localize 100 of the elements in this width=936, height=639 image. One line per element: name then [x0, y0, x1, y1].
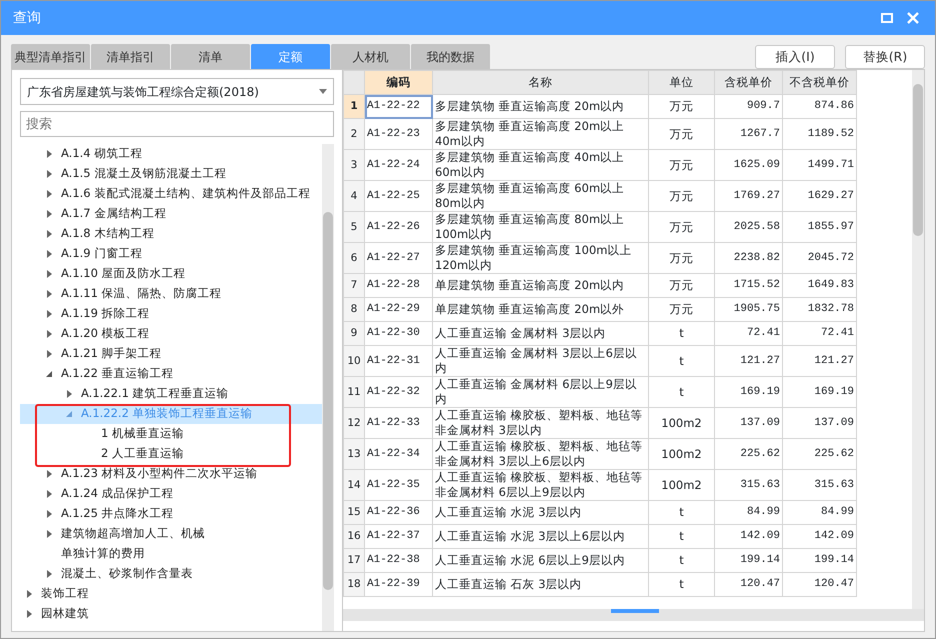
tree-item-label[interactable]: A.1.22 垂直运输工程 — [61, 365, 174, 383]
expand-arrow-icon[interactable] — [46, 330, 53, 338]
expand-arrow-icon[interactable] — [46, 190, 53, 198]
tree-item-label[interactable]: 建筑物超高增加人工、机械 — [61, 525, 205, 543]
table-cell: 多层建筑物 垂直运输高度 60m以上80m以内 — [432, 180, 648, 212]
table-cell: 225.62 — [782, 438, 856, 470]
row-number[interactable]: 11 — [344, 376, 364, 408]
row-number[interactable]: 14 — [344, 470, 364, 500]
tree-item-label[interactable]: A.1.20 模板工程 — [61, 325, 150, 343]
table-cell: 199.14 — [782, 548, 856, 572]
table-cell: 人工垂直运输 水泥 3层以上6层以内 — [432, 524, 648, 548]
expand-arrow-icon[interactable] — [46, 310, 53, 318]
row-number[interactable]: 8 — [344, 298, 364, 322]
scrollbar-thumb[interactable] — [323, 212, 333, 590]
search-field[interactable]: 搜索 — [20, 111, 334, 137]
table-scrollbar[interactable] — [912, 70, 924, 609]
expand-arrow-icon[interactable] — [46, 270, 53, 278]
row-number[interactable]: 9 — [344, 322, 364, 346]
expand-arrow-icon[interactable] — [46, 290, 53, 298]
collapse-arrow-icon[interactable] — [46, 370, 53, 378]
expand-arrow-icon[interactable] — [46, 170, 53, 178]
action-button[interactable]: 插入(I) — [755, 45, 835, 69]
table-cell: A1-22-38 — [364, 548, 432, 572]
expand-arrow-icon[interactable] — [46, 570, 53, 578]
tree-item-label[interactable]: A.1.21 脚手架工程 — [61, 345, 162, 363]
tree-scrollbar[interactable] — [322, 144, 334, 631]
row-number[interactable]: 3 — [344, 150, 364, 180]
row-number[interactable]: 18 — [344, 572, 364, 596]
tab[interactable]: 典型清单指引 — [11, 44, 90, 69]
expand-arrow-icon[interactable] — [46, 470, 53, 478]
scrollbar-thumb[interactable] — [913, 84, 923, 236]
expand-arrow-icon[interactable] — [46, 210, 53, 218]
expand-arrow-icon[interactable] — [46, 150, 53, 158]
tree-item-label[interactable]: 单独计算的费用 — [61, 545, 145, 563]
library-dropdown[interactable]: 广东省房屋建筑与装饰工程综合定额(2018) — [20, 78, 334, 105]
table-cell: 1499.71 — [782, 150, 856, 180]
table-cell: 万元 — [648, 274, 714, 298]
tree-item-label[interactable]: A.1.22.1 建筑工程垂直运输 — [81, 385, 229, 403]
tree-item-label[interactable]: A.1.11 保温、隔热、防腐工程 — [61, 285, 222, 303]
column-header[interactable]: 不含税单价 — [782, 70, 856, 94]
table-cell: 多层建筑物 垂直运输高度 80m以上100m以内 — [432, 212, 648, 242]
column-header[interactable]: 单位 — [648, 70, 714, 94]
expand-arrow-icon[interactable] — [46, 350, 53, 358]
tab[interactable]: 我的数据 — [411, 44, 490, 69]
table-cell: t — [648, 548, 714, 572]
tree-item-label[interactable]: A.1.24 成品保护工程 — [61, 485, 174, 503]
row-number[interactable]: 2 — [344, 118, 364, 150]
tree-item-label[interactable]: A.1.9 门窗工程 — [61, 245, 142, 263]
tree-item-label[interactable]: A.1.4 砌筑工程 — [61, 145, 142, 163]
tree-item-label[interactable]: 装饰工程 — [41, 585, 89, 603]
tree-item-label[interactable]: A.1.7 金属结构工程 — [61, 205, 166, 223]
tree-item-label[interactable]: 2 人工垂直运输 — [101, 445, 184, 463]
horizontal-scrollbar[interactable] — [343, 609, 924, 621]
scrollbar-thumb[interactable] — [611, 609, 659, 613]
table-cell: A1-22-30 — [364, 322, 432, 346]
row-number[interactable]: 6 — [344, 242, 364, 274]
tree-item-label[interactable]: 园林建筑 — [41, 605, 89, 623]
table-cell: A1-22-27 — [364, 242, 432, 274]
column-header[interactable]: 编码 — [364, 70, 432, 94]
tree-item-label[interactable]: A.1.6 装配式混凝土结构、建筑构件及部品工程 — [61, 185, 310, 203]
table-cell: 1267.7 — [714, 118, 782, 150]
table-cell: 142.09 — [782, 524, 856, 548]
column-header[interactable]: 名称 — [432, 70, 648, 94]
expand-arrow-icon[interactable] — [26, 610, 33, 618]
row-number[interactable]: 5 — [344, 212, 364, 242]
tree-item-label[interactable]: A.1.25 井点降水工程 — [61, 505, 174, 523]
tab[interactable]: 清单 — [171, 44, 250, 69]
tree-item-label[interactable]: A.1.8 木结构工程 — [61, 225, 154, 243]
table-cell: A1-22-23 — [364, 118, 432, 150]
expand-arrow-icon[interactable] — [46, 490, 53, 498]
expand-arrow-icon[interactable] — [26, 590, 33, 598]
expand-arrow-icon[interactable] — [66, 390, 73, 398]
tree-item-label[interactable]: A.1.23 材料及小型构件二次水平运输 — [61, 465, 258, 483]
row-number[interactable]: 1 — [344, 94, 364, 118]
row-number[interactable]: 4 — [344, 180, 364, 212]
table-cell: 121.27 — [782, 346, 856, 376]
tab[interactable]: 人材机 — [331, 44, 410, 69]
expand-arrow-icon[interactable] — [46, 530, 53, 538]
row-number[interactable]: 16 — [344, 524, 364, 548]
table-cell: t — [648, 346, 714, 376]
expand-arrow-icon[interactable] — [46, 510, 53, 518]
expand-arrow-icon[interactable] — [46, 250, 53, 258]
row-number[interactable]: 17 — [344, 548, 364, 572]
expand-arrow-icon[interactable] — [46, 230, 53, 238]
table-cell: A1-22-33 — [364, 408, 432, 438]
row-number[interactable]: 13 — [344, 438, 364, 470]
tree-item-label[interactable]: A.1.5 混凝土及钢筋混凝土工程 — [61, 165, 226, 183]
table-cell: A1-22-24 — [364, 150, 432, 180]
row-number[interactable]: 15 — [344, 500, 364, 524]
tree-item-label[interactable]: A.1.10 屋面及防水工程 — [61, 265, 186, 283]
action-button[interactable]: 替换(R) — [845, 45, 925, 69]
table-cell: A1-22-34 — [364, 438, 432, 470]
tab[interactable]: 清单指引 — [91, 44, 170, 69]
row-number[interactable]: 10 — [344, 346, 364, 376]
tree-item-label[interactable]: 1 机械垂直运输 — [101, 425, 184, 443]
row-number[interactable]: 12 — [344, 408, 364, 438]
tree-item-label[interactable]: 混凝土、砂浆制作含量表 — [61, 565, 193, 583]
row-number[interactable]: 7 — [344, 274, 364, 298]
tree-item-label[interactable]: A.1.19 拆除工程 — [61, 305, 150, 323]
column-header[interactable]: 含税单价 — [714, 70, 782, 94]
